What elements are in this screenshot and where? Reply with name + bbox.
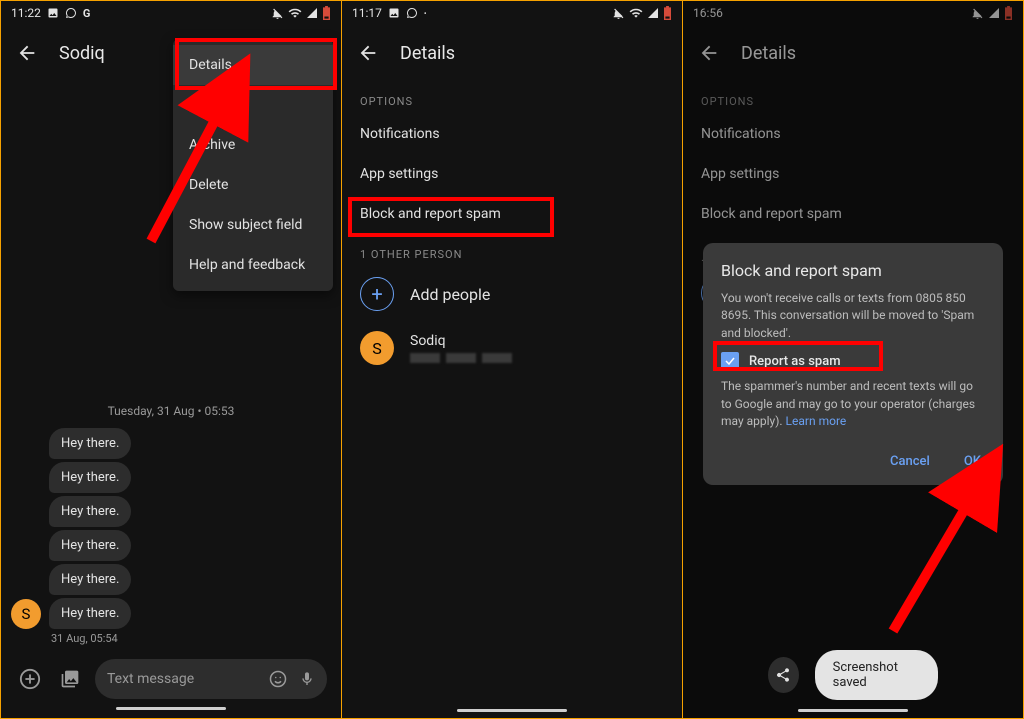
message-timestamp: 31 Aug, 05:54 — [51, 632, 331, 645]
contact-avatar: S — [360, 331, 394, 365]
snackbar: Screenshot saved — [768, 650, 938, 700]
block-spam-dialog: Block and report spam You won't receive … — [703, 243, 1003, 485]
message-bubble[interactable]: Hey there. — [49, 462, 131, 493]
mute-notification-icon — [271, 7, 284, 20]
dialog-title: Block and report spam — [721, 261, 985, 280]
emoji-icon[interactable] — [269, 670, 287, 688]
photo-icon — [47, 7, 59, 19]
menu-starred[interactable]: Starred — [173, 85, 333, 125]
compose-bar: Text message — [11, 653, 331, 703]
overflow-menu: Details Starred Archive Delete Show subj… — [173, 39, 333, 291]
message-bubble[interactable]: Hey there. — [49, 598, 131, 629]
status-time: 11:22 — [11, 6, 41, 20]
dot-icon: • — [424, 9, 427, 18]
menu-details[interactable]: Details — [173, 45, 333, 85]
gesture-handle — [457, 709, 567, 712]
contact-name-text: Sodiq — [410, 333, 512, 349]
contact-avatar[interactable]: S — [11, 599, 41, 629]
back-button[interactable] — [15, 41, 39, 65]
battery-low-icon — [663, 6, 672, 20]
cancel-button[interactable]: Cancel — [886, 448, 934, 475]
section-other-person-label: 1 OTHER PERSON — [342, 234, 682, 267]
contact-row[interactable]: S Sodiq — [342, 321, 682, 375]
battery-low-icon — [322, 6, 331, 20]
back-button[interactable] — [356, 41, 380, 65]
conversation-list: Tuesday, 31 Aug • 05:53 Hey there. Hey t… — [1, 404, 341, 718]
status-bar: 11:17 • — [342, 1, 682, 25]
page-title: Details — [400, 43, 455, 64]
screenshot-2: 11:17 • Details OPTIONS Notifications Ap… — [342, 0, 683, 719]
date-separator: Tuesday, 31 Aug • 05:53 — [11, 404, 331, 418]
add-icon: + — [360, 277, 394, 311]
checkbox-checked-icon[interactable] — [721, 352, 739, 370]
mic-icon[interactable] — [299, 670, 315, 688]
add-button[interactable] — [15, 664, 45, 694]
option-notifications[interactable]: Notifications — [342, 114, 682, 154]
wifi-icon — [288, 6, 302, 20]
wifi-icon — [629, 6, 643, 20]
checkbox-label: Report as spam — [749, 354, 841, 369]
gesture-handle — [798, 709, 908, 712]
screenshot-1: 11:22 G Sodiq Details Starred Archive De… — [0, 0, 342, 719]
mute-notification-icon — [612, 7, 625, 20]
message-bubble[interactable]: Hey there. — [49, 428, 131, 459]
dialog-body: You won't receive calls or texts from 08… — [721, 290, 985, 342]
menu-archive[interactable]: Archive — [173, 125, 333, 165]
status-bar: 11:22 G — [1, 1, 341, 25]
ok-button[interactable]: OK — [960, 448, 985, 475]
whatsapp-icon — [406, 7, 418, 19]
contact-number-redacted — [410, 353, 512, 363]
signal-icon — [306, 7, 318, 19]
option-block-spam[interactable]: Block and report spam — [342, 194, 682, 234]
snackbar-text[interactable]: Screenshot saved — [815, 650, 938, 700]
details-header: Details — [342, 25, 682, 81]
share-icon[interactable] — [768, 657, 799, 693]
add-people-row[interactable]: + Add people — [342, 267, 682, 321]
menu-help[interactable]: Help and feedback — [173, 245, 333, 285]
report-spam-row[interactable]: Report as spam — [721, 352, 985, 370]
signal-icon — [647, 7, 659, 19]
gallery-button[interactable] — [55, 664, 85, 694]
add-people-label: Add people — [410, 285, 490, 304]
compose-input[interactable]: Text message — [95, 659, 327, 699]
message-bubble[interactable]: Hey there. — [49, 496, 131, 527]
compose-placeholder: Text message — [107, 671, 194, 687]
menu-show-subject[interactable]: Show subject field — [173, 205, 333, 245]
google-icon: G — [83, 7, 91, 20]
whatsapp-icon — [65, 7, 77, 19]
screenshot-3: 16:56 Details OPTIONS Notifications App … — [683, 0, 1024, 719]
photo-icon — [388, 7, 400, 19]
dialog-subtext: The spammer's number and recent texts wi… — [721, 378, 985, 430]
message-bubble[interactable]: Hey there. — [49, 530, 131, 561]
message-bubble[interactable]: Hey there. — [49, 564, 131, 595]
option-app-settings[interactable]: App settings — [342, 154, 682, 194]
section-options-label: OPTIONS — [342, 81, 682, 114]
learn-more-link[interactable]: Learn more — [786, 414, 847, 428]
status-time: 11:17 — [352, 6, 382, 20]
menu-delete[interactable]: Delete — [173, 165, 333, 205]
gesture-handle — [116, 707, 226, 710]
contact-name: Sodiq — [59, 43, 105, 64]
